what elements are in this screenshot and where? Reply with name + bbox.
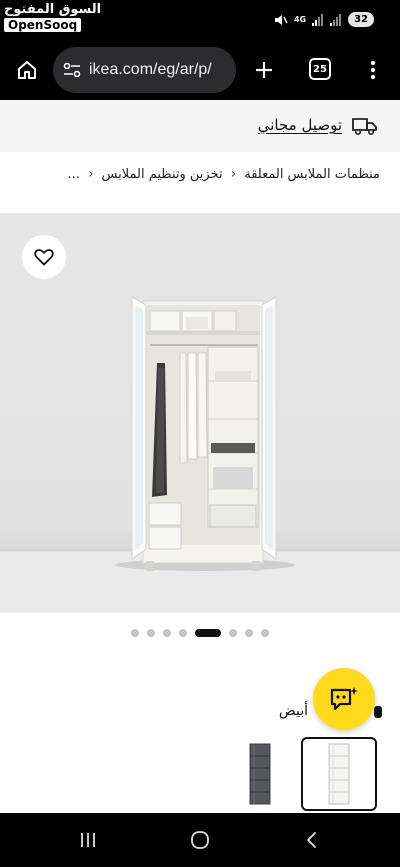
carousel-dots bbox=[0, 629, 400, 637]
status-icons: 4G 32 bbox=[274, 12, 374, 27]
delivery-banner[interactable]: توصيل مجاني bbox=[0, 100, 400, 152]
wardrobe-illustration bbox=[0, 296, 400, 613]
add-tab-icon bbox=[256, 62, 272, 78]
home-nav-icon bbox=[191, 831, 209, 849]
gray-organizer-thumbnail bbox=[249, 743, 271, 805]
site-settings-icon bbox=[63, 62, 81, 78]
url-text: ikea.com/eg/ar/p/ bbox=[89, 61, 212, 78]
breadcrumb-ellipsis[interactable]: ... bbox=[68, 167, 80, 182]
address-bar[interactable]: ikea.com/eg/ar/p/ bbox=[53, 47, 236, 93]
page: السوق المفتوح OpenSooq 4G 32 ikea.com/eg… bbox=[0, 0, 400, 867]
network-label: 4G bbox=[293, 15, 307, 24]
breadcrumb-item-storage[interactable]: تخزين وتنظيم الملابس bbox=[102, 167, 223, 182]
chevron-left-icon: ‹ bbox=[230, 166, 237, 182]
carousel-dot[interactable] bbox=[261, 629, 269, 637]
carousel-dot-active[interactable] bbox=[195, 629, 221, 637]
signal-icon-2 bbox=[330, 13, 342, 26]
status-bar: السوق المفتوح OpenSooq 4G 32 bbox=[0, 0, 400, 40]
chat-assistant-button[interactable] bbox=[313, 668, 375, 730]
mute-icon bbox=[274, 14, 288, 25]
variant-gray[interactable] bbox=[222, 737, 298, 811]
color-indicator bbox=[374, 706, 382, 718]
recents-icon bbox=[81, 833, 95, 847]
watermark-english: OpenSooq bbox=[4, 18, 82, 32]
menu-button[interactable] bbox=[357, 54, 389, 86]
carousel-dot[interactable] bbox=[163, 629, 171, 637]
watermark-arabic: السوق المفتوح bbox=[4, 2, 102, 17]
back-icon bbox=[307, 832, 316, 848]
free-delivery-link[interactable]: توصيل مجاني bbox=[258, 116, 342, 134]
color-label: أبيض bbox=[278, 703, 308, 719]
carousel-dot[interactable] bbox=[245, 629, 253, 637]
system-nav-bar bbox=[0, 813, 400, 867]
home-button[interactable] bbox=[11, 54, 43, 86]
signal-icon-1 bbox=[312, 13, 324, 26]
battery-indicator: 32 bbox=[348, 12, 374, 27]
opensooq-watermark: السوق المفتوح OpenSooq bbox=[4, 3, 101, 32]
more-icon bbox=[370, 60, 376, 80]
tab-switcher-button[interactable]: 25 bbox=[309, 58, 331, 80]
chevron-left-icon: ‹ bbox=[87, 166, 94, 182]
carousel-dot[interactable] bbox=[229, 629, 237, 637]
white-organizer-thumbnail bbox=[328, 743, 350, 805]
home-nav-button[interactable] bbox=[182, 827, 218, 853]
favorite-button[interactable] bbox=[22, 235, 66, 279]
new-tab-button[interactable] bbox=[248, 54, 280, 86]
breadcrumb: ... ‹ تخزين وتنظيم الملابس ‹ منظمات المل… bbox=[68, 166, 380, 182]
back-button[interactable] bbox=[294, 827, 330, 853]
recents-button[interactable] bbox=[70, 827, 106, 853]
breadcrumb-item-hanging-organizers[interactable]: منظمات الملابس المعلقة bbox=[244, 167, 380, 182]
delivery-truck-icon bbox=[352, 118, 377, 136]
product-image[interactable] bbox=[0, 213, 400, 613]
variant-white[interactable] bbox=[301, 737, 377, 811]
carousel-dot[interactable] bbox=[147, 629, 155, 637]
carousel-dot[interactable] bbox=[131, 629, 139, 637]
carousel-dot[interactable] bbox=[179, 629, 187, 637]
home-icon bbox=[18, 61, 36, 79]
chat-assistant-icon bbox=[330, 687, 358, 711]
favorite-heart-icon bbox=[34, 249, 54, 266]
browser-toolbar: ikea.com/eg/ar/p/ 25 bbox=[0, 40, 400, 100]
